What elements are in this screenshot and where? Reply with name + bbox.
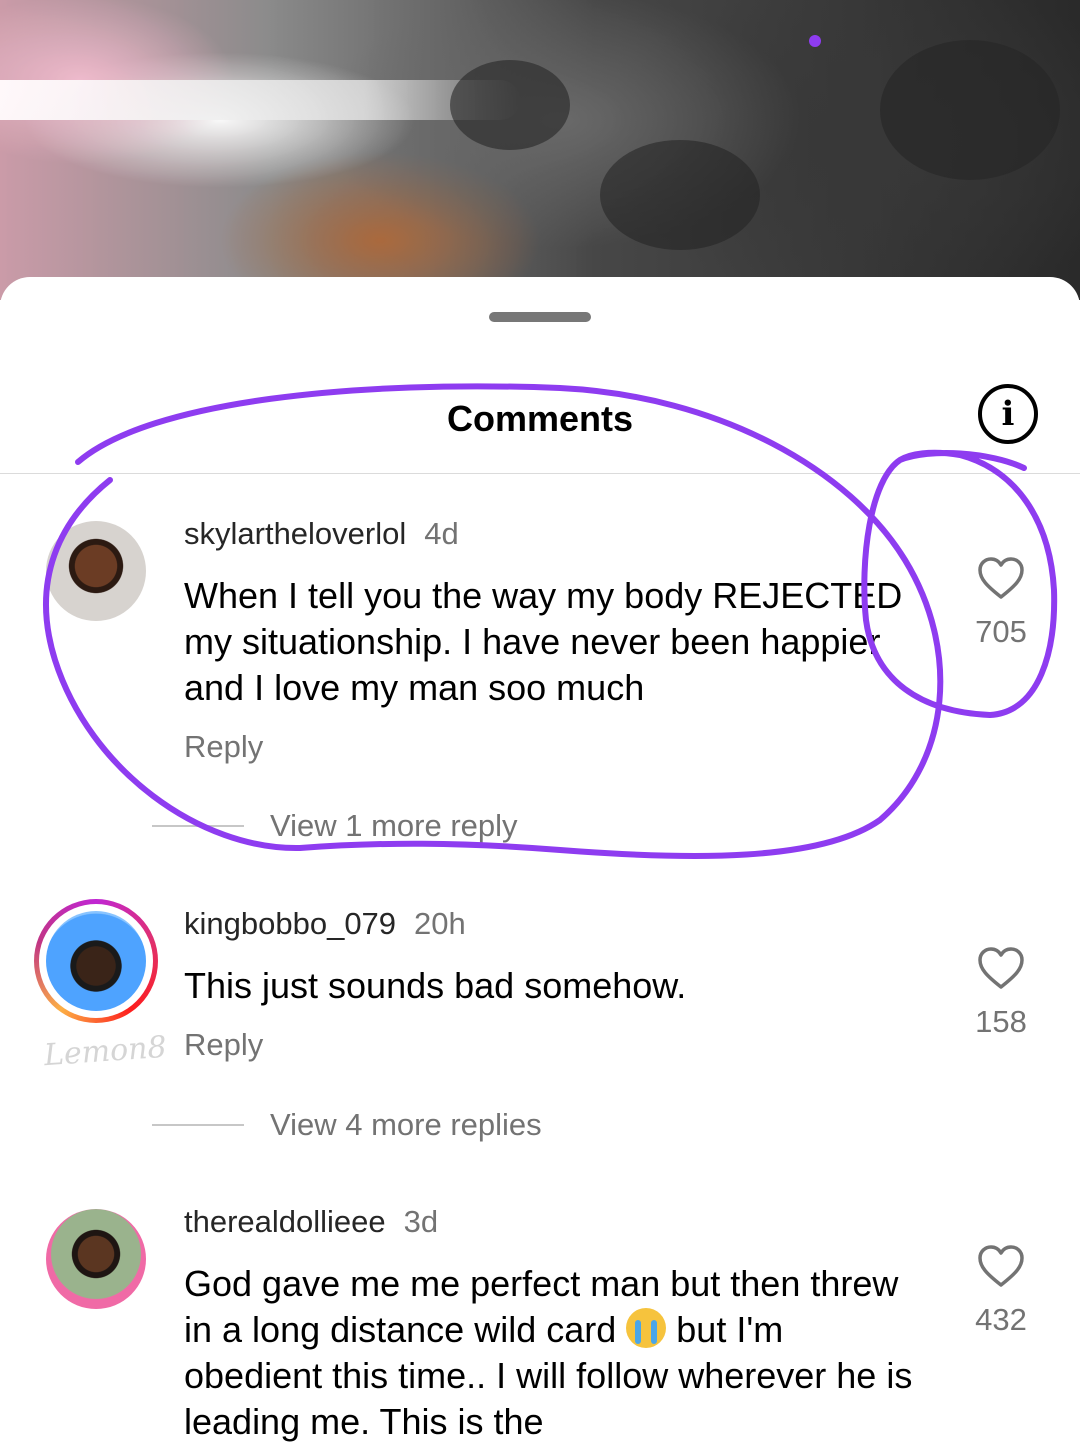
timestamp: 4d (424, 516, 459, 551)
info-icon: i (1001, 394, 1015, 434)
view-replies-label: View 1 more reply (270, 808, 518, 843)
like-count: 158 (975, 1004, 1027, 1039)
comment-text: God gave me me perfect man but then thre… (184, 1261, 924, 1445)
comment-text: This just sounds bad somehow. (184, 965, 687, 1006)
timestamp: 20h (414, 906, 466, 941)
story-ring-avatar[interactable] (34, 899, 158, 1023)
header-divider (0, 473, 1080, 474)
heart-icon (978, 557, 1024, 599)
like-button[interactable]: 432 (960, 1244, 1042, 1338)
heart-icon (978, 1245, 1024, 1287)
heart-icon (978, 947, 1024, 989)
crying-face-emoji-icon (626, 1308, 667, 1348)
reply-button[interactable]: Reply (184, 729, 263, 765)
like-count: 432 (975, 1302, 1027, 1337)
view-replies-button[interactable]: View 1 more reply (152, 808, 518, 844)
avatar (46, 911, 146, 1011)
comment-text-part: God gave me me perfect man but then thre… (184, 1263, 899, 1350)
drag-handle[interactable] (489, 312, 591, 322)
reply-button[interactable]: Reply (184, 1027, 263, 1063)
comment-meta: therealdollieee 3d (184, 1204, 438, 1240)
comment-meta: kingbobbo_079 20h (184, 906, 466, 942)
timestamp: 3d (403, 1204, 439, 1239)
photo-blob (600, 140, 760, 250)
username[interactable]: therealdollieee (184, 1204, 386, 1239)
photo-highlight (0, 80, 520, 120)
replies-rule (152, 825, 244, 827)
info-button[interactable]: i (978, 384, 1038, 444)
photo-blob (880, 40, 1060, 180)
view-replies-button[interactable]: View 4 more replies (152, 1107, 542, 1143)
annotation-dot (809, 35, 821, 47)
view-replies-label: View 4 more replies (270, 1107, 542, 1142)
username[interactable]: kingbobbo_079 (184, 906, 396, 941)
photo-blob (450, 60, 570, 150)
background-photo (0, 0, 1080, 300)
like-button[interactable]: 158 (960, 946, 1042, 1040)
avatar[interactable] (46, 1209, 146, 1309)
replies-rule (152, 1124, 244, 1126)
sheet-title: Comments (446, 398, 634, 439)
username[interactable]: skylartheloverlol (184, 516, 406, 551)
like-button[interactable]: 705 (960, 556, 1042, 650)
comment-meta: skylartheloverlol 4d (184, 516, 459, 552)
comment-text: When I tell you the way my body REJECTED… (184, 575, 903, 708)
avatar[interactable] (46, 521, 146, 621)
like-count: 705 (975, 614, 1027, 649)
